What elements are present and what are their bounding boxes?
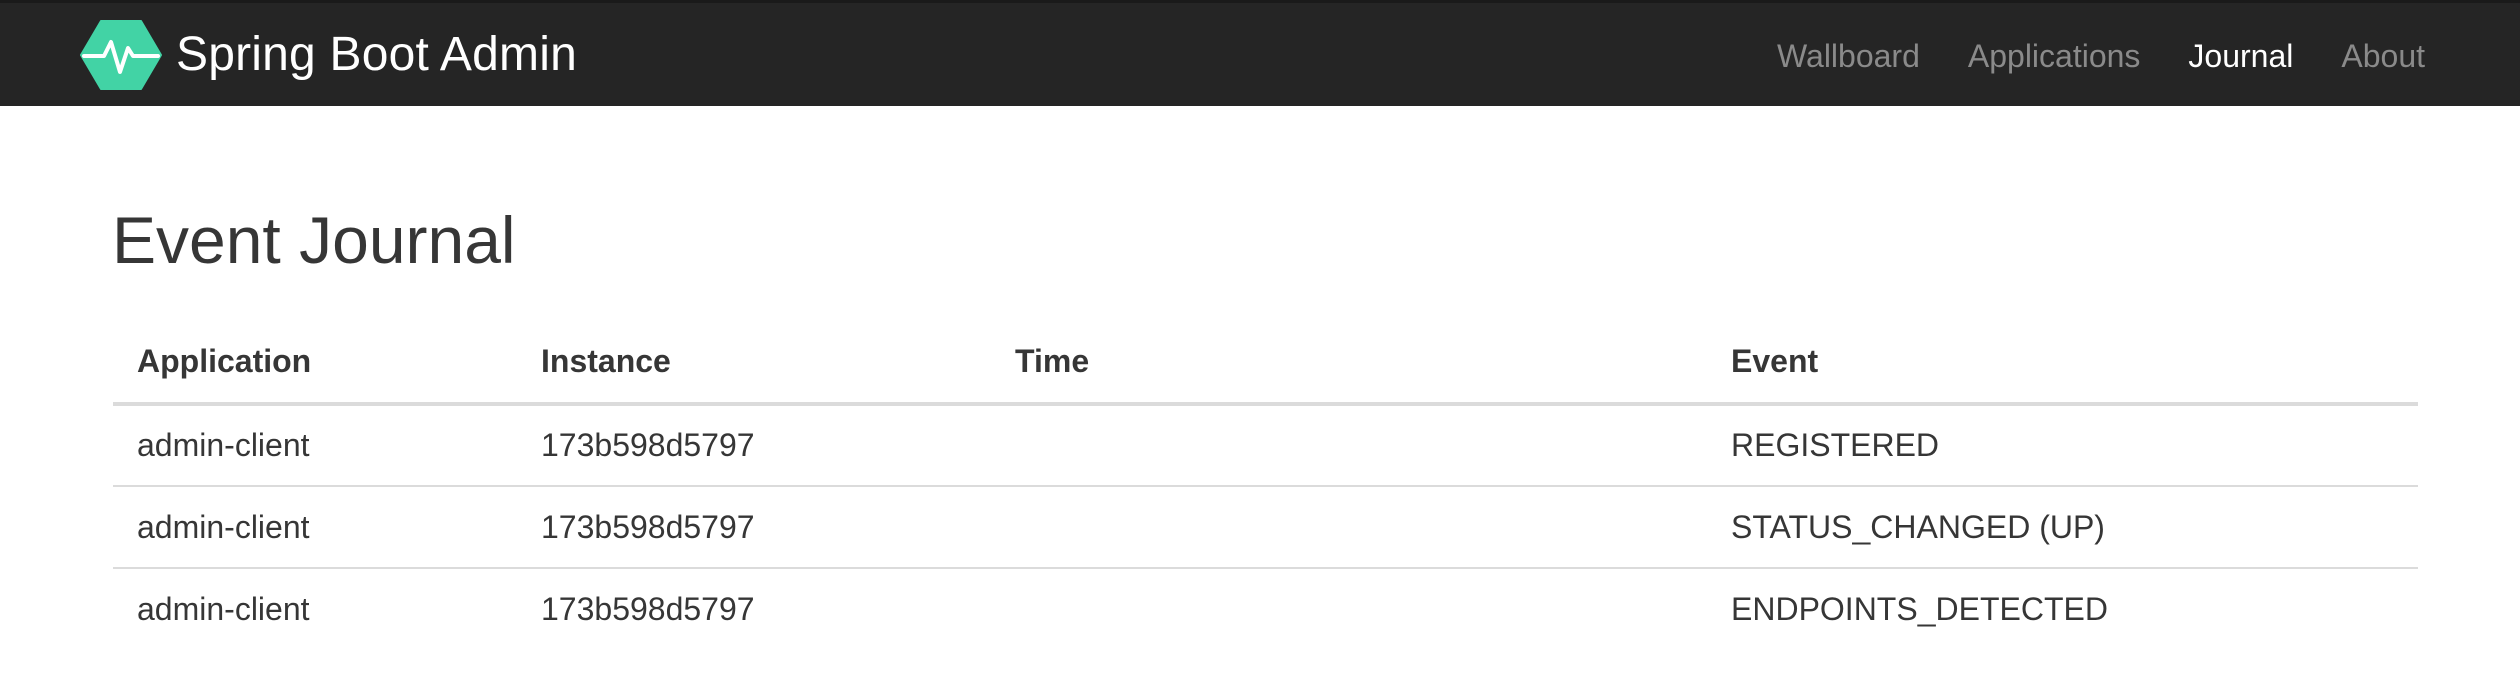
nav-item-wallboard[interactable]: Wallboard: [1777, 38, 1920, 75]
cell-time: [991, 486, 1707, 569]
table-row[interactable]: admin-client 173b598d5797 REGISTERED: [113, 404, 2418, 487]
cell-application: admin-client: [137, 591, 310, 627]
column-header-time: Time: [991, 320, 1707, 406]
cell-application: admin-client: [113, 404, 517, 487]
cell-event: ENDPOINTS_DETECTED: [1731, 591, 2108, 627]
brand-name: Spring Boot Admin: [176, 28, 577, 81]
column-header-instance: Instance: [517, 320, 991, 406]
cell-instance: 173b598d5797: [517, 404, 991, 487]
page-title: Event Journal: [112, 203, 516, 277]
table-row[interactable]: admin-client 173b598d5797 STATUS_CHANGED…: [113, 486, 2418, 569]
top-navbar: Spring Boot Admin Wallboard Applications…: [0, 0, 2520, 106]
column-header-event: Event: [1707, 320, 2418, 406]
cell-instance: 173b598d5797: [517, 486, 991, 569]
nav-menu: Wallboard Applications Journal About: [1729, 3, 2425, 109]
cell-instance: 173b598d5797: [541, 591, 755, 627]
table-row[interactable]: admin-client 173b598d5797 ENDPOINTS_DETE…: [113, 568, 2418, 650]
event-journal-table: Application Instance Time Event admin-cl…: [113, 320, 2418, 650]
cell-time: [991, 404, 1707, 487]
nav-item-journal[interactable]: Journal: [2188, 38, 2293, 75]
brand-link[interactable]: Spring Boot Admin: [80, 19, 577, 91]
cell-event: REGISTERED: [1707, 404, 2418, 487]
table-header-row: Application Instance Time Event: [113, 320, 2418, 406]
heartbeat-hexagon-icon: [80, 20, 162, 90]
nav-item-about[interactable]: About: [2341, 38, 2425, 75]
cell-event: STATUS_CHANGED (UP): [1707, 486, 2418, 569]
cell-time: [991, 568, 1707, 650]
nav-item-applications[interactable]: Applications: [1968, 38, 2141, 75]
column-header-application: Application: [113, 320, 517, 406]
cell-application: admin-client: [113, 486, 517, 569]
